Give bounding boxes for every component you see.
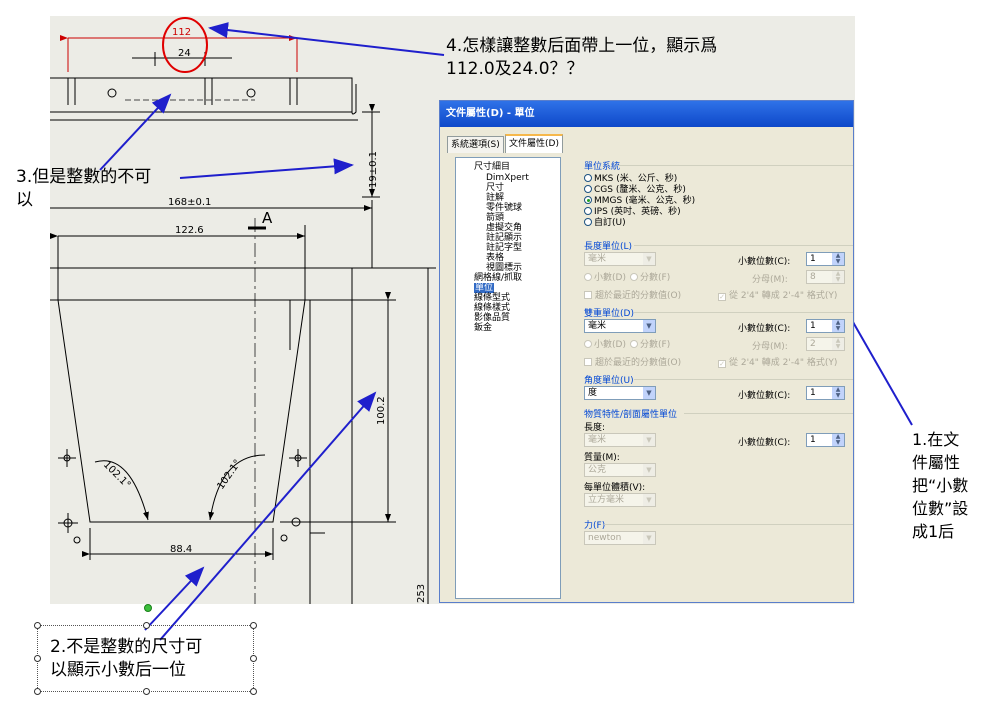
volume-label: 每單位體積(V): <box>584 483 646 493</box>
tree-item-dimensions[interactable]: 尺寸 <box>486 183 504 193</box>
tree-item-annotations-font[interactable]: 註記字型 <box>486 243 522 253</box>
tree-item-image-quality[interactable]: 影像品質 <box>474 313 510 323</box>
resize-handle-br[interactable] <box>250 688 257 695</box>
note-3-line-2: 以 <box>16 190 33 210</box>
units-panel: 單位系統 MKS (米、公斤、秒) CGS (釐米、公克、秒) MMGS (毫米… <box>578 157 853 597</box>
note-2-line-2: 以顯示小數后一位 <box>50 660 186 680</box>
spin-arrows-icon: ▲ ▼ <box>832 434 844 446</box>
length-decimal-radio[interactable]: 小數(D) <box>584 270 626 283</box>
length-unit-group-label: 長度單位(L) <box>584 242 633 252</box>
note-1-line-5: 成1后 <box>912 522 955 541</box>
tree-item-balloons[interactable]: 零件號球 <box>486 203 522 213</box>
length-denominator-label: 分母(M): <box>752 275 788 285</box>
tree-item-tables[interactable]: 表格 <box>486 253 504 263</box>
length-decimals-stepper[interactable]: 1 ▲ ▼ <box>806 252 845 266</box>
dim-19-text: 19±0.1 <box>368 151 379 188</box>
note-4-line-1: 4.怎樣讓整數后面帶上一位，顯示爲 <box>446 36 718 56</box>
mass-section-label: 物質特性/剖面屬性單位 <box>584 410 678 420</box>
spin-arrows-icon: ▲ ▼ <box>832 320 844 332</box>
note-3-line-1: 3.但是整數的不可 <box>16 167 152 187</box>
note-1: 1.在文 件屬性 把“小數 位數”設 成1后 <box>912 428 968 543</box>
dual-decimal-radio[interactable]: 小數(D) <box>584 337 626 350</box>
mass-select[interactable]: 公克 ▼ <box>584 463 656 477</box>
note-1-line-2: 件屬性 <box>912 453 961 472</box>
dim-168-text: 168±0.1 <box>168 197 211 208</box>
dual-convert-checkbox[interactable]: ✓ 從 2'4" 轉成 2'-4" 格式(Y) <box>718 355 837 368</box>
force-group-label: 力(F) <box>584 521 606 531</box>
dim-88-text: 88.4 <box>170 544 192 555</box>
tab-system-options[interactable]: 系統選項(S) <box>447 136 504 153</box>
dual-unit-group-label: 雙重單位(D) <box>584 309 634 319</box>
length-unit-select[interactable]: 毫米 ▼ <box>584 252 656 266</box>
angle-decimals-label: 小數位數(C): <box>738 391 791 401</box>
note-1-line-1: 1.在文 <box>912 430 960 449</box>
spin-arrows-icon: ▲ ▼ <box>832 387 844 399</box>
resize-handle-tr[interactable] <box>250 622 257 629</box>
resize-handle-tl[interactable] <box>34 622 41 629</box>
angle-unit-select[interactable]: 度 ▼ <box>584 386 656 400</box>
rotate-handle[interactable] <box>144 604 152 612</box>
resize-handle-mr[interactable] <box>250 655 257 662</box>
radio-custom[interactable]: 自訂(U) <box>584 215 626 228</box>
tree-item-line-style[interactable]: 線條樣式 <box>474 303 510 313</box>
length-fraction-radio[interactable]: 分數(F) <box>630 270 670 283</box>
resize-handle-ml[interactable] <box>34 655 41 662</box>
tree-item-detailing[interactable]: 尺寸細目 <box>474 162 510 172</box>
tree-item-annotations-display[interactable]: 註記顯示 <box>486 233 522 243</box>
chevron-down-icon: ▼ <box>643 253 655 265</box>
note-1-line-4: 位數”設 <box>912 499 969 518</box>
dim-100-text: 100.2 <box>376 396 387 425</box>
tree-item-virtual-sharps[interactable]: 虛擬交角 <box>486 223 522 233</box>
note-2-line-1: 2.不是整數的尺寸可 <box>50 637 203 657</box>
note-2-textbox[interactable]: 2.不是整數的尺寸可 以顯示小數后一位 <box>34 604 257 695</box>
length-decimals-label: 小數位數(C): <box>738 257 791 267</box>
angle-unit-group-label: 角度單位(U) <box>584 376 634 386</box>
spin-arrows-icon: ▲ ▼ <box>832 253 844 265</box>
note-3: 3.但是整數的不可 以 <box>16 166 151 212</box>
note-4: 4.怎樣讓整數后面帶上一位，顯示爲 112.0及24.0？？ <box>446 35 717 81</box>
tree-item-arrows[interactable]: 箭頭 <box>486 213 504 223</box>
document-properties-dialog: 文件屬性(D) - 單位 系統選項(S) 文件屬性(D) 尺寸細目 DimXpe… <box>439 100 854 603</box>
chevron-down-icon: ▼ <box>643 387 655 399</box>
tree-item-dimxpert[interactable]: DimXpert <box>486 173 529 183</box>
tree-item-line-font[interactable]: 線條型式 <box>474 293 510 303</box>
tree-item-units[interactable]: 單位 <box>474 283 495 293</box>
resize-handle-bm[interactable] <box>143 688 150 695</box>
dim-253-text: 253 <box>416 584 427 603</box>
dual-denominator-label: 分母(M): <box>752 342 788 352</box>
mass-decimals-stepper[interactable]: 1 ▲ ▼ <box>806 433 845 447</box>
length-convert-checkbox[interactable]: ✓ 從 2'4" 轉成 2'-4" 格式(Y) <box>718 288 837 301</box>
section-label: A <box>262 209 273 227</box>
mass-decimals-label: 小數位數(C): <box>738 438 791 448</box>
volume-select[interactable]: 立方毫米 ▼ <box>584 493 656 507</box>
dialog-title: 文件屬性(D) - 單位 <box>440 101 853 127</box>
angle-decimals-stepper[interactable]: 1 ▲ ▼ <box>806 386 845 400</box>
tab-document-properties[interactable]: 文件屬性(D) <box>505 134 563 153</box>
tree-item-sheet-metal[interactable]: 鈑金 <box>474 323 492 333</box>
note-4-line-2: 112.0及24.0？？ <box>446 59 584 79</box>
dual-denominator-stepper[interactable]: 2 ▲ ▼ <box>806 337 845 351</box>
mass-length-label: 長度: <box>584 423 606 433</box>
chevron-down-icon: ▼ <box>643 320 655 332</box>
resize-handle-tm[interactable] <box>143 622 150 629</box>
length-denominator-stepper[interactable]: 8 ▲ ▼ <box>806 270 845 284</box>
dual-decimals-label: 小數位數(C): <box>738 324 791 334</box>
mass-length-select[interactable]: 毫米 ▼ <box>584 433 656 447</box>
properties-tree: 尺寸細目 DimXpert 尺寸 註解 零件號球 箭頭 虛擬交角 註記顯示 註記… <box>455 157 561 599</box>
dual-unit-select[interactable]: 毫米 ▼ <box>584 319 656 333</box>
dual-fraction-radio[interactable]: 分數(F) <box>630 337 670 350</box>
tree-item-grid-snap[interactable]: 網格線/抓取 <box>474 273 522 283</box>
force-select[interactable]: newton ▼ <box>584 531 656 545</box>
dim-112-text: 112 <box>172 27 191 38</box>
dual-decimals-stepper[interactable]: 1 ▲ ▼ <box>806 319 845 333</box>
tree-item-view-labels[interactable]: 視圖標示 <box>486 263 522 273</box>
length-round-checkbox[interactable]: 趨於最近的分數值(O) <box>584 288 681 301</box>
mass-label: 質量(M): <box>584 453 620 463</box>
dim-24-text: 24 <box>178 48 191 59</box>
resize-handle-bl[interactable] <box>34 688 41 695</box>
dim-122-text: 122.6 <box>175 225 204 236</box>
tree-item-notes[interactable]: 註解 <box>486 193 504 203</box>
note-1-line-3: 把“小數 <box>912 476 969 495</box>
dual-round-checkbox[interactable]: 趨於最近的分數值(O) <box>584 355 681 368</box>
